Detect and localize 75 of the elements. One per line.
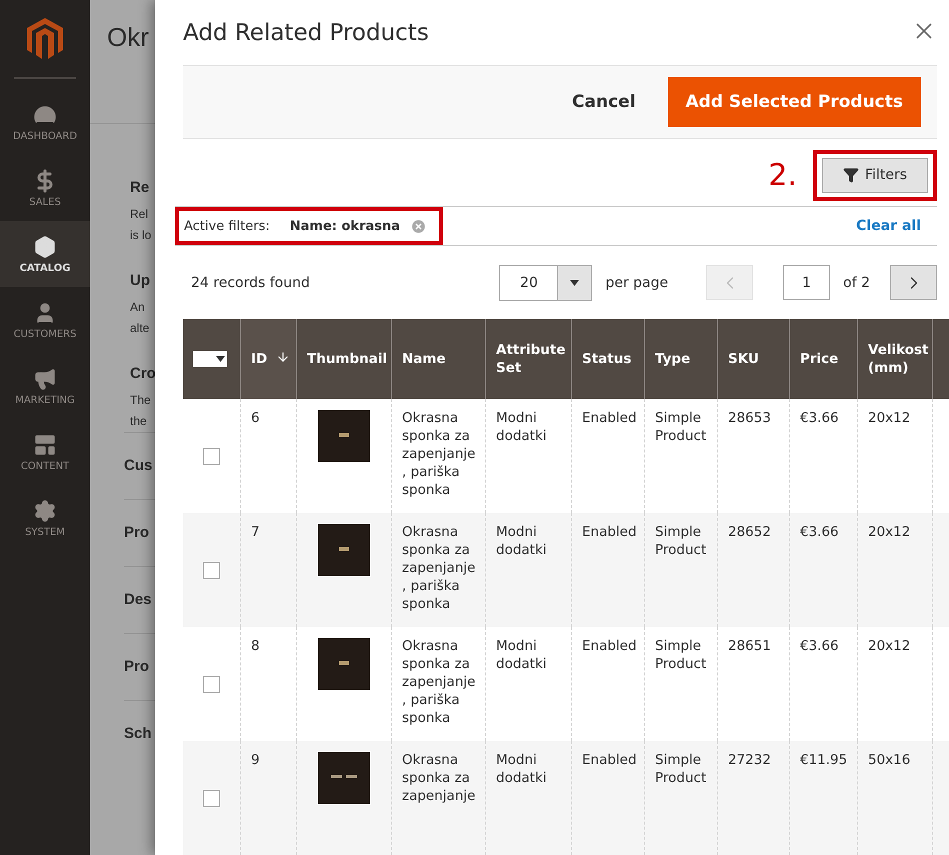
section-text: An alte [130, 299, 150, 337]
row-checkbox[interactable] [203, 676, 220, 692]
column-header[interactable]: Price [789, 319, 857, 399]
table-cell: 9 [240, 741, 296, 855]
sidebar-item[interactable]: CUSTOMERS [0, 287, 90, 353]
section-title[interactable]: Cus [124, 457, 152, 474]
filter-icon [843, 167, 860, 184]
page-count: of 2 [843, 274, 870, 290]
section-text: Rel is lo [130, 206, 152, 244]
annotation-number: 2. [768, 158, 798, 193]
table-cell: Simple Product [644, 741, 717, 855]
records-count: 24 records found [191, 274, 311, 290]
table-cell: Okrasna sponka za zapenjanje , pariška sponka [391, 513, 485, 627]
section-title[interactable]: Sch [124, 725, 152, 742]
row-checkbox[interactable] [203, 562, 220, 578]
megaphone-icon [33, 366, 57, 390]
table-cell: 20x12 [857, 513, 932, 627]
clear-all-link[interactable]: Clear all [856, 218, 921, 234]
per-page-select[interactable]: 20 [499, 264, 592, 300]
remove-filter-button[interactable] [410, 218, 428, 235]
sidebar-item[interactable]: SYSTEM [0, 485, 90, 551]
column-header[interactable]: Name [391, 319, 485, 399]
table-cell: Modni dodatki [485, 513, 571, 627]
caret-icon [570, 280, 580, 286]
section-heading: Cro [130, 365, 156, 382]
column-header[interactable] [932, 319, 949, 399]
column-header[interactable]: Attribute Set [485, 319, 571, 399]
row-checkbox[interactable] [203, 448, 220, 464]
section-text: The the [130, 392, 151, 430]
sidebar-item[interactable]: CATALOG [0, 221, 90, 287]
table-cell: Simple Product [644, 513, 717, 627]
next-page-button[interactable] [890, 265, 937, 300]
table-cell: Enabled [571, 513, 644, 627]
row-checkbox[interactable] [203, 790, 220, 806]
active-filters-label: Active filters: [184, 218, 270, 234]
column-header[interactable]: Type [644, 319, 717, 399]
mass-select-control[interactable] [193, 351, 227, 367]
sidebar-item[interactable]: CONTENT [0, 419, 90, 485]
section-title[interactable]: Pro [124, 658, 150, 675]
table-cell: Modni dodatki [485, 741, 571, 855]
sort-arrow-icon [276, 350, 290, 364]
table-cell: 28652 [717, 513, 789, 627]
table-cell: 27232 [717, 741, 789, 855]
column-header[interactable]: ID [240, 319, 296, 399]
section-title[interactable]: Pro [124, 524, 150, 541]
table-cell: 7 [240, 513, 296, 627]
table-cell: Enabled [571, 741, 644, 855]
section-heading: Up [130, 272, 150, 289]
gear-icon [33, 498, 57, 522]
table-cell: 50x16 [857, 741, 932, 855]
filters-button[interactable]: Filters [822, 158, 928, 193]
logo-icon [26, 17, 64, 61]
column-header[interactable]: SKU [717, 319, 789, 399]
table-cell: Okrasna sponka za zapenjanje [391, 741, 485, 855]
sidebar-item[interactable]: SALES [0, 155, 90, 221]
active-filter-text: Name: okrasna [290, 218, 400, 234]
sidebar-item[interactable]: MARKETING [0, 353, 90, 419]
table-cell: €11.95 [789, 741, 857, 855]
section-heading: Re [130, 179, 150, 196]
section-title[interactable]: Des [124, 591, 152, 608]
column-header[interactable]: Status [571, 319, 644, 399]
sidebar-item[interactable]: DASHBOARD [0, 89, 90, 155]
table-cell: €3.66 [789, 513, 857, 627]
page-input[interactable]: 1 [783, 265, 830, 300]
modal-title: Add Related Products [183, 20, 429, 48]
add-selected-button[interactable]: Add Selected Products [668, 76, 921, 127]
previous-page-button[interactable] [706, 265, 754, 300]
cancel-button[interactable]: Cancel [562, 82, 646, 122]
page-title: Okr [107, 22, 149, 52]
remove-icon [410, 218, 428, 235]
per-page-label: per page [605, 274, 668, 290]
column-header[interactable]: Thumbnail [296, 319, 391, 399]
column-header[interactable]: Velikost (mm) [857, 319, 932, 399]
layout-icon [33, 432, 57, 456]
caret-icon [216, 356, 225, 362]
